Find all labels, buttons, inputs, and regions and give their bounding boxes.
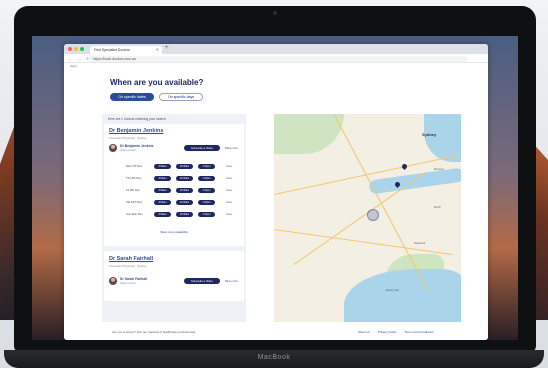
results-panel: Here are 2 doctors matching your search … — [102, 114, 246, 322]
footer-join-text: Are you a doctor? Join our network of he… — [112, 330, 196, 334]
time-slot-button[interactable]: 10:30am — [176, 176, 193, 181]
more-slots-link[interactable]: more — [226, 200, 232, 205]
doctor-card: Dr Sarah Fairhall Consultant Physician ·… — [104, 251, 244, 301]
camera-icon — [273, 11, 277, 15]
page-title: When are you available? — [110, 78, 204, 87]
browser-tab-title: Find Specialist Doctors — [94, 48, 130, 52]
browser-window: Find Specialist Doctors ✕ + ← → ⟳ https:… — [64, 44, 488, 340]
time-slot-button[interactable]: 10:30am — [176, 164, 193, 169]
map-place-label: Mosman — [434, 168, 444, 171]
page-content: When are you available? On specific date… — [64, 69, 488, 340]
slot-day: Sat 10th Nov — [126, 200, 143, 204]
more-slots-link[interactable]: more — [226, 164, 232, 169]
more-info-link[interactable]: More info — [225, 146, 238, 150]
address-bar[interactable]: https://book.doctors.com.au — [88, 55, 468, 62]
map-place-label: Botany Bay — [386, 289, 400, 292]
time-slot-button[interactable]: 1:00pm — [198, 164, 215, 169]
schedule-video-button[interactable]: Schedule a Video — [184, 145, 220, 151]
show-more-availability-link[interactable]: Show more availability — [104, 230, 244, 234]
footer-link-terms[interactable]: Terms and Conditions — [405, 330, 434, 334]
map-pin-icon[interactable] — [400, 162, 409, 171]
time-slot-button[interactable]: 1:00pm — [198, 176, 215, 181]
footer-link-about[interactable]: About us — [358, 330, 370, 334]
more-slots-link[interactable]: more — [226, 176, 232, 181]
close-tab-icon[interactable]: ✕ — [156, 46, 159, 54]
avatar — [109, 277, 117, 285]
time-slot-button[interactable]: 9:00am — [154, 164, 171, 169]
time-slot-button[interactable]: 10:30am — [176, 212, 193, 217]
more-slots-link[interactable]: more — [226, 212, 232, 217]
time-slot-button[interactable]: 9:00am — [154, 176, 171, 181]
new-tab-icon[interactable]: + — [165, 45, 169, 51]
appointment-meta: Video consult — [120, 149, 136, 152]
footer-links: About us Privacy Policy Terms and Condit… — [358, 330, 434, 334]
doctor-card: Dr Benjamin Jenkins Consultant Physician… — [104, 124, 244, 246]
slot-day: Wed 7th Nov — [126, 164, 143, 168]
laptop-brand-label: MacBook — [257, 354, 291, 361]
map[interactable]: Sydney Mosman Bondi Randwick Botany Bay — [274, 114, 461, 322]
map-place-label: Bondi — [434, 206, 441, 209]
laptop-screen: Find Specialist Doctors ✕ + ← → ⟳ https:… — [32, 36, 518, 340]
more-slots-link[interactable]: more — [226, 188, 232, 193]
slot-day: Thu 8th Nov — [126, 176, 142, 180]
map-park — [274, 114, 344, 154]
time-slot-button[interactable]: 1:00pm — [198, 212, 215, 217]
slot-row: Thu 8th Nov 9:00am 10:30am 1:00pm more — [104, 176, 244, 182]
results-note: Here are 2 doctors matching your search — [108, 117, 166, 121]
slot-row: Wed 7th Nov 9:00am 10:30am 1:00pm more — [104, 164, 244, 170]
browser-tab[interactable]: Find Specialist Doctors ✕ — [90, 46, 162, 54]
footer-link-privacy[interactable]: Privacy Policy — [378, 330, 397, 334]
avatar — [109, 144, 117, 152]
minimize-window-icon[interactable] — [74, 47, 78, 51]
time-slot-button[interactable]: 9:00am — [154, 200, 171, 205]
doctor-subtitle: Consultant Physician · Sydney — [109, 264, 147, 268]
map-city-label: Sydney — [422, 132, 437, 137]
appointment-doctor-name[interactable]: Dr Sarah Fairhall — [120, 277, 147, 281]
appointment-meta: Video consult — [120, 282, 136, 285]
laptop-lid: Find Specialist Doctors ✕ + ← → ⟳ https:… — [14, 6, 536, 352]
appointment-doctor-name[interactable]: Dr Benjamin Jenkins — [120, 144, 154, 148]
footer: Are you a doctor? Join our network of he… — [64, 327, 488, 340]
schedule-video-button[interactable]: Schedule a Video — [184, 278, 220, 284]
time-slot-button[interactable]: 10:30am — [176, 188, 193, 193]
time-slot-button[interactable]: 1:00pm — [198, 200, 215, 205]
slot-day: Fri 9th Nov — [126, 188, 140, 192]
filter-specific-dates-button[interactable]: On specific dates — [110, 93, 154, 101]
time-slot-button[interactable]: 9:00am — [154, 188, 171, 193]
more-info-link[interactable]: More info — [225, 279, 238, 283]
doctor-name-link[interactable]: Dr Sarah Fairhall — [109, 256, 153, 262]
doctor-name-link[interactable]: Dr Benjamin Jenkins — [109, 128, 163, 134]
slot-row: Sun 11th Nov 9:00am 10:30am 1:00pm more — [104, 212, 244, 218]
time-slot-button[interactable]: 9:00am — [154, 212, 171, 217]
map-road — [333, 114, 429, 292]
address-bar-row: ← → ⟳ https://book.doctors.com.au — [64, 54, 488, 63]
map-road — [274, 229, 453, 256]
slot-row: Sat 10th Nov 9:00am 10:30am 1:00pm more — [104, 200, 244, 206]
maximize-window-icon[interactable] — [80, 47, 84, 51]
tab-bar: Find Specialist Doctors ✕ + — [64, 44, 488, 54]
time-slot-button[interactable]: 1:00pm — [198, 188, 215, 193]
slot-row: Fri 9th Nov 9:00am 10:30am 1:00pm more — [104, 188, 244, 194]
time-slot-button[interactable]: 10:30am — [176, 200, 193, 205]
doctor-subtitle: Consultant Physician · Sydney — [109, 136, 147, 140]
bookmark-apps[interactable]: Apps — [70, 64, 77, 68]
map-water — [344, 269, 461, 322]
close-window-icon[interactable] — [68, 47, 72, 51]
filter-specific-days-button[interactable]: On specific days — [159, 93, 203, 101]
window-controls — [68, 47, 84, 51]
slot-day: Sun 11th Nov — [126, 212, 143, 216]
map-place-label: Randwick — [414, 242, 426, 245]
map-cluster-icon[interactable] — [367, 209, 379, 221]
